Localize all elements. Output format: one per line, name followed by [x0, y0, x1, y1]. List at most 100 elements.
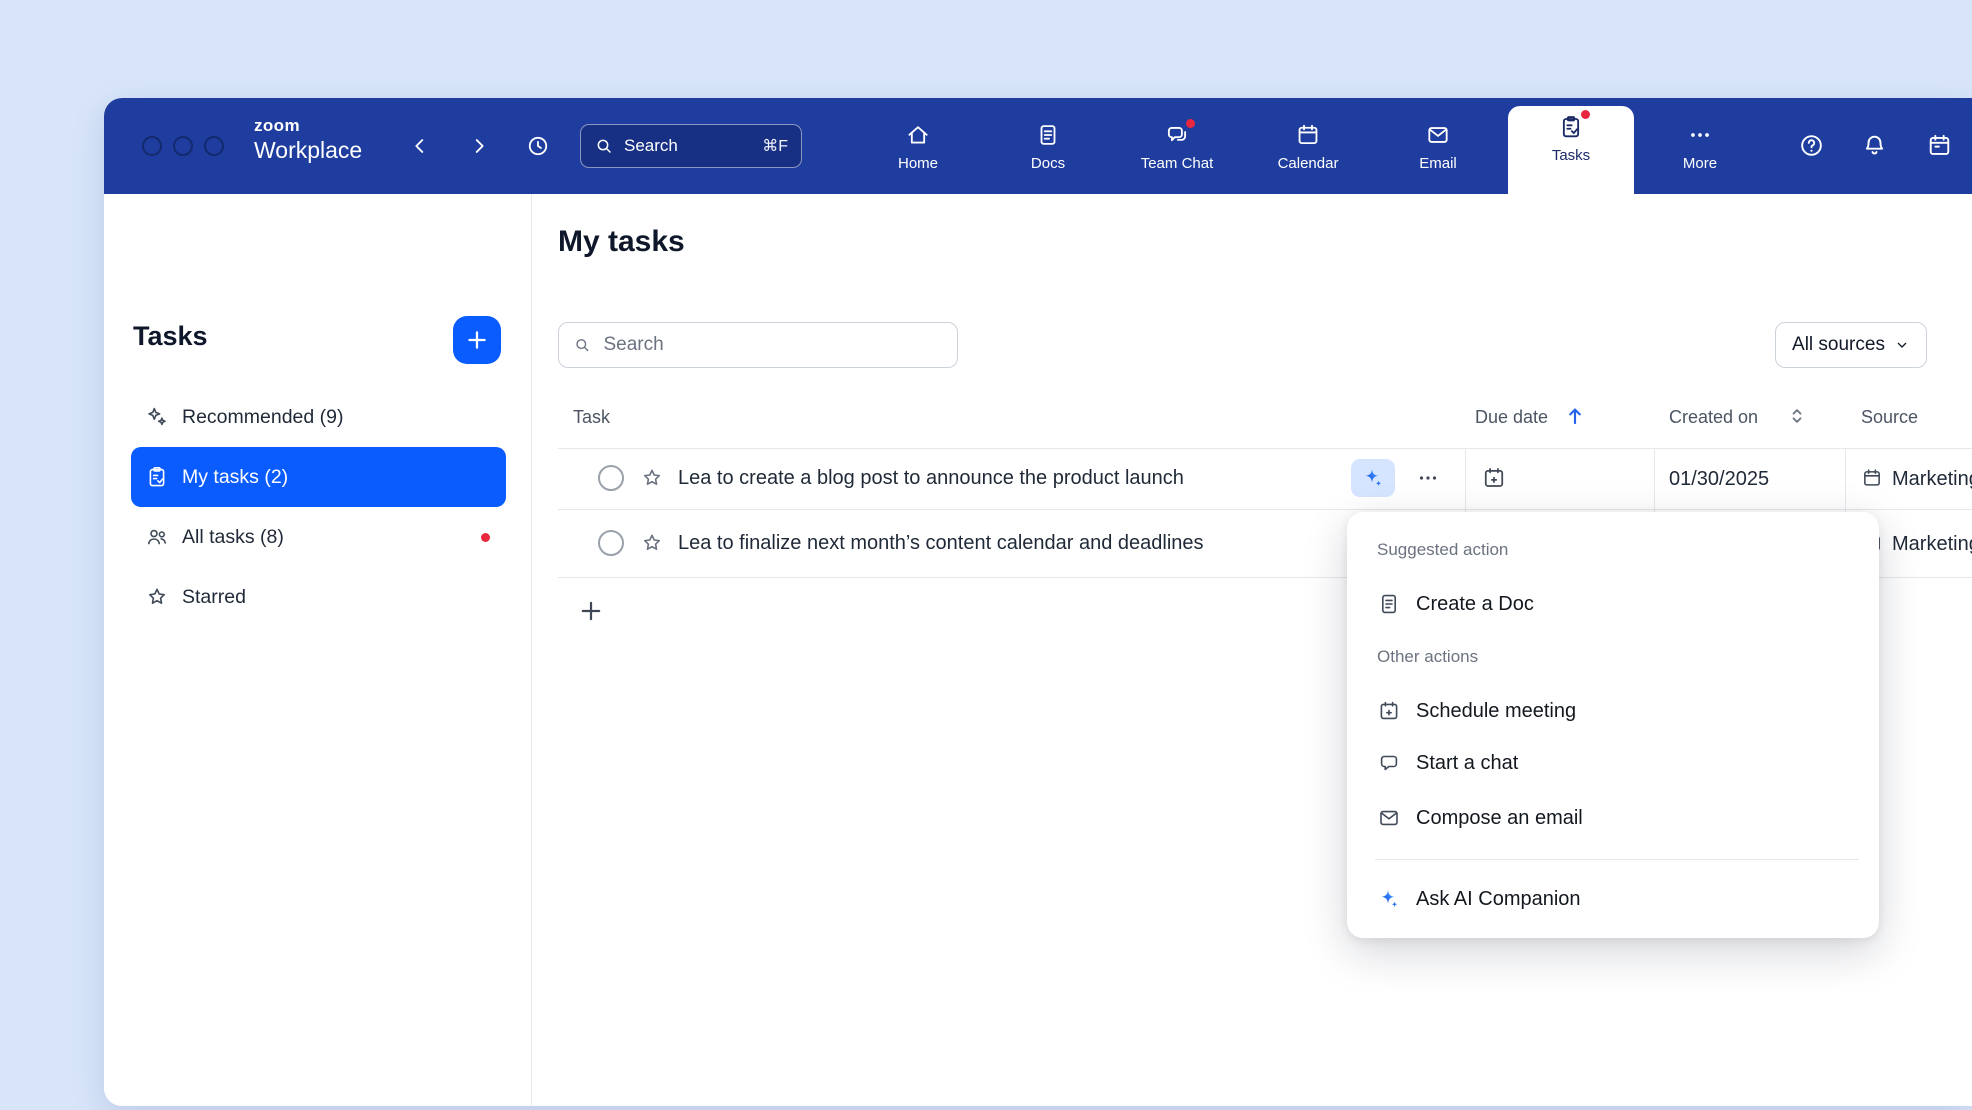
nav-email-label: Email	[1419, 155, 1457, 172]
star-icon[interactable]	[640, 466, 664, 490]
column-header-source[interactable]: Source	[1861, 407, 1918, 428]
nav-home[interactable]: Home	[863, 122, 973, 172]
history-button[interactable]	[525, 133, 551, 162]
nav-tasks-label: Tasks	[1552, 147, 1590, 164]
zoom-workplace-logo: zoom Workplace	[254, 117, 362, 162]
chevron-left-icon	[409, 135, 431, 157]
people-icon	[145, 525, 169, 549]
nav-more-label: More	[1683, 155, 1717, 172]
task-list-icon	[145, 465, 169, 489]
table-divider	[558, 448, 1972, 449]
all-sources-label: All sources	[1792, 334, 1885, 356]
ai-actions-menu: Suggested action Create a Doc Other acti…	[1347, 512, 1879, 938]
source-calendar-icon	[1861, 467, 1883, 489]
calendar-panel-icon	[1926, 132, 1953, 159]
nav-tasks-active-tab[interactable]: Tasks	[1508, 106, 1634, 194]
envelope-icon	[1377, 806, 1401, 830]
ai-companion-icon	[1361, 466, 1385, 490]
sidebar-item-starred[interactable]: Starred	[131, 567, 506, 627]
sort-toggle-icon[interactable]	[1786, 405, 1808, 427]
column-header-created-on[interactable]: Created on	[1669, 407, 1758, 428]
menu-section-other: Other actions	[1377, 647, 1478, 667]
menu-item-schedule-meeting[interactable]: Schedule meeting	[1377, 689, 1859, 733]
ai-companion-chip[interactable]	[1351, 459, 1395, 497]
calendar-plus-icon	[1377, 699, 1401, 723]
help-button[interactable]	[1798, 132, 1825, 162]
task-complete-checkbox[interactable]	[598, 530, 624, 556]
source-value[interactable]: Marketing	[1892, 531, 1972, 557]
star-icon	[145, 585, 169, 609]
window-control-2[interactable]	[173, 136, 193, 156]
topbar: zoom Workplace Search ⌘F Home	[104, 98, 1972, 194]
nav-more[interactable]: More	[1645, 122, 1755, 172]
plus-icon	[464, 327, 490, 353]
menu-item-start-chat[interactable]: Start a chat	[1377, 741, 1859, 785]
all-sources-dropdown[interactable]: All sources	[1775, 322, 1927, 368]
table-divider	[558, 509, 1972, 510]
home-icon	[905, 122, 931, 148]
sidebar-item-all-tasks[interactable]: All tasks (8)	[131, 507, 506, 567]
column-header-task[interactable]: Task	[573, 407, 610, 428]
page-title: My tasks	[558, 225, 685, 259]
nav-email[interactable]: Email	[1383, 122, 1493, 172]
nav-team-chat[interactable]: Team Chat	[1122, 122, 1232, 172]
back-button[interactable]	[409, 135, 431, 160]
menu-item-label: Schedule meeting	[1416, 700, 1576, 723]
forward-button[interactable]	[468, 135, 490, 160]
sidebar-item-label: Recommended (9)	[182, 406, 343, 429]
task-complete-checkbox[interactable]	[598, 465, 624, 491]
sort-ascending-icon[interactable]	[1562, 403, 1588, 429]
menu-section-suggested: Suggested action	[1377, 540, 1508, 560]
nav-tasks[interactable]: Tasks	[1516, 114, 1626, 164]
ai-companion-icon	[1377, 887, 1401, 911]
tasks-search-input[interactable]	[601, 333, 943, 357]
search-shortcut: ⌘F	[762, 136, 788, 156]
tasks-notification-dot	[1581, 110, 1590, 119]
app-window: zoom Workplace Search ⌘F Home	[104, 98, 1972, 1106]
menu-item-ask-ai-companion[interactable]: Ask AI Companion	[1377, 877, 1859, 921]
add-task-button[interactable]	[453, 316, 501, 364]
nav-docs[interactable]: Docs	[993, 122, 1103, 172]
global-search-label: Search	[624, 136, 678, 156]
menu-divider	[1375, 859, 1859, 860]
window-control-3[interactable]	[204, 136, 224, 156]
sidebar-item-my-tasks[interactable]: My tasks (2)	[131, 447, 506, 507]
sidebar-item-recommended[interactable]: Recommended (9)	[131, 387, 506, 447]
menu-item-label: Start a chat	[1416, 752, 1518, 775]
row-more-actions-button[interactable]	[1416, 466, 1440, 490]
global-search[interactable]: Search ⌘F	[580, 124, 802, 168]
task-title[interactable]: Lea to create a blog post to announce th…	[678, 465, 1184, 491]
set-due-date-button[interactable]	[1481, 465, 1507, 491]
menu-item-label: Compose an email	[1416, 807, 1583, 830]
doc-icon	[1377, 592, 1401, 616]
search-icon	[573, 335, 591, 355]
window-control-1[interactable]	[142, 136, 162, 156]
source-value[interactable]: Marketing	[1892, 466, 1972, 492]
nav-docs-label: Docs	[1031, 155, 1065, 172]
chat-icon	[1377, 751, 1401, 775]
chevron-right-icon	[468, 135, 490, 157]
menu-item-compose-email[interactable]: Compose an email	[1377, 796, 1859, 840]
plus-icon	[577, 597, 605, 625]
sidebar-item-label: All tasks (8)	[182, 526, 284, 549]
notifications-button[interactable]	[1861, 132, 1888, 162]
tasks-icon	[1558, 114, 1584, 140]
chevron-down-icon	[1894, 337, 1910, 353]
nav-calendar[interactable]: Calendar	[1253, 122, 1363, 172]
search-icon	[594, 136, 614, 156]
sidebar-title: Tasks	[133, 321, 208, 352]
created-on-value[interactable]: 01/30/2025	[1669, 466, 1769, 492]
mini-calendar-button[interactable]	[1926, 132, 1953, 162]
help-icon	[1798, 132, 1825, 159]
sidebar-item-label: Starred	[182, 586, 246, 609]
add-row-button[interactable]	[577, 597, 605, 625]
docs-icon	[1035, 122, 1061, 148]
star-icon[interactable]	[640, 531, 664, 555]
task-title[interactable]: Lea to finalize next month’s content cal…	[678, 530, 1204, 556]
sidebar-list: Recommended (9) My tasks (2) All tasks (…	[131, 387, 506, 627]
more-icon	[1687, 122, 1713, 148]
menu-item-create-doc[interactable]: Create a Doc	[1377, 582, 1859, 626]
column-header-due-date[interactable]: Due date	[1475, 407, 1548, 428]
team-chat-notification-dot	[1186, 119, 1195, 128]
calendar-icon	[1295, 122, 1321, 148]
